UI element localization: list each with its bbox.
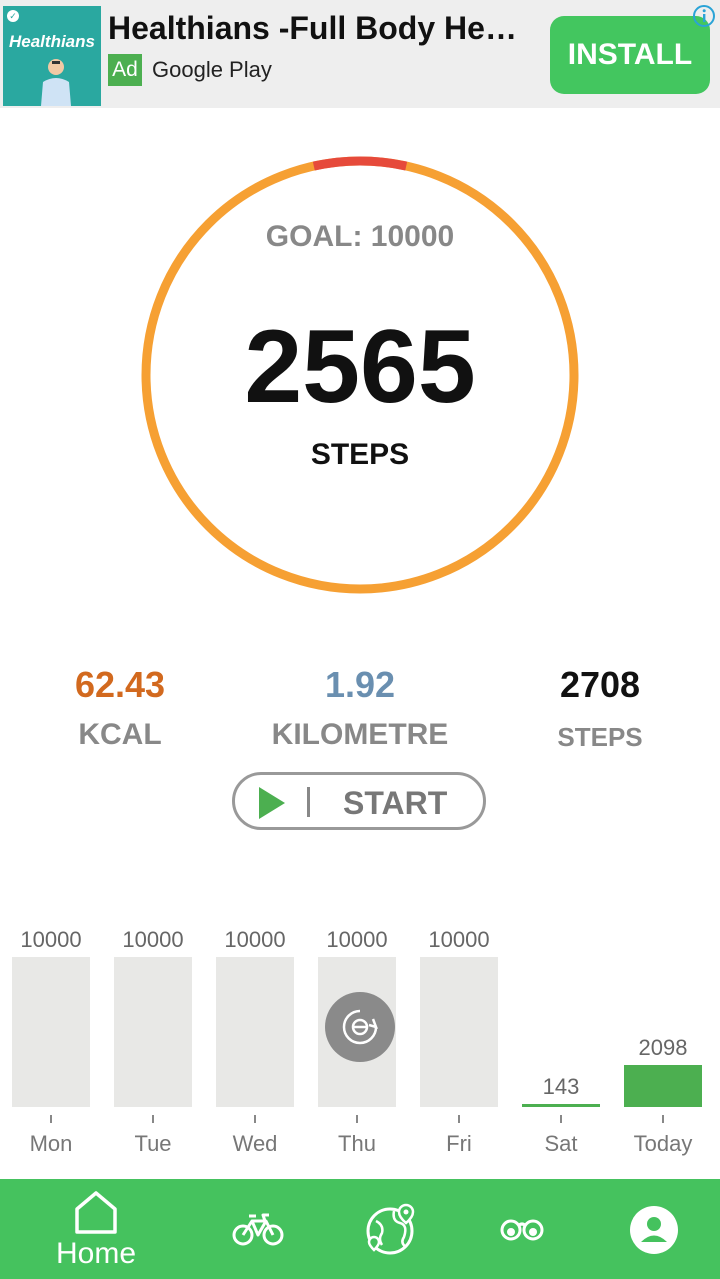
weekly-steps-chart: 10000 Mon 10000 Tue 10000 Wed 10000 Thu 10000 Fri… — [0, 920, 720, 1170]
bar-value-label: 10000 — [224, 927, 286, 952]
stat-steps: 2708 STEPS — [480, 664, 720, 753]
bar-value-label: 10000 — [20, 927, 82, 952]
ad-badge-icon: ✓ — [7, 10, 19, 22]
sync-button[interactable] — [325, 992, 395, 1062]
current-steps-label: STEPS — [310, 438, 410, 471]
chart-bar — [624, 1065, 702, 1107]
profile-icon — [630, 1206, 678, 1254]
bar-value-label: 2098 — [638, 1035, 688, 1060]
day-label[interactable]: Thu — [307, 1131, 407, 1157]
bar-value-label: 143 — [542, 1074, 580, 1099]
ad-tag: Ad — [108, 54, 142, 86]
goal-label: GOAL: 10000 — [265, 220, 455, 253]
day-label[interactable]: Sat — [511, 1131, 611, 1157]
chart-bar — [12, 957, 90, 1107]
start-label: START — [343, 785, 448, 821]
day-label[interactable]: Tue — [103, 1131, 203, 1157]
ad-store-name: Google Play — [152, 57, 272, 82]
day-label[interactable]: Fri — [409, 1131, 509, 1157]
nav-map[interactable] — [350, 1179, 430, 1279]
nav-home-label: Home — [55, 1237, 137, 1270]
ad-thumbnail[interactable]: ✓ Healthians — [3, 6, 101, 106]
ring-progress-arc — [312, 156, 408, 171]
ad-banner[interactable]: ✓ Healthians Healthians -Full Body He… A… — [0, 0, 720, 108]
total-steps-value: 2708 — [559, 664, 641, 705]
chart-bar — [522, 1104, 600, 1107]
start-button[interactable]: START — [232, 772, 486, 830]
nav-home[interactable]: Home — [40, 1179, 152, 1279]
bar-value-label: 10000 — [326, 927, 388, 952]
separator — [307, 787, 310, 817]
ad-thumbnail-brand: Healthians — [9, 32, 95, 51]
nav-explore[interactable] — [482, 1179, 562, 1279]
distance-value: 1.92 — [324, 664, 396, 705]
axis-tick — [662, 1115, 664, 1123]
axis-tick — [50, 1115, 52, 1123]
day-label[interactable]: Mon — [1, 1131, 101, 1157]
chart-bar — [114, 957, 192, 1107]
stat-distance: 1.92 KILOMETRE — [240, 664, 480, 752]
total-steps-label: STEPS — [557, 722, 643, 752]
stat-kcal: 62.43 KCAL — [0, 664, 240, 752]
bar-value-label: 10000 — [122, 927, 184, 952]
chart-bar — [420, 957, 498, 1107]
axis-tick — [560, 1115, 562, 1123]
bottom-nav: Home — [0, 1179, 720, 1279]
axis-tick — [356, 1115, 358, 1123]
axis-tick — [458, 1115, 460, 1123]
axis-tick — [254, 1115, 256, 1123]
kcal-label: KCAL — [78, 718, 162, 751]
map-globe-icon — [366, 1203, 415, 1255]
current-steps: 2565 — [244, 309, 476, 425]
bar-value-label: 10000 — [428, 927, 490, 952]
install-button[interactable]: INSTALL — [550, 16, 710, 94]
ad-title[interactable]: Healthians -Full Body He… — [108, 10, 538, 47]
day-label[interactable]: Today — [613, 1131, 713, 1157]
chart-bar — [216, 957, 294, 1107]
binoculars-icon — [500, 1219, 544, 1241]
nav-profile[interactable] — [614, 1179, 694, 1279]
info-icon[interactable] — [692, 4, 716, 28]
nav-cycling[interactable] — [218, 1179, 298, 1279]
axis-tick — [152, 1115, 154, 1123]
home-icon — [75, 1191, 117, 1234]
distance-label: KILOMETRE — [271, 718, 449, 751]
person-image — [41, 59, 71, 106]
sync-icon — [342, 1009, 379, 1045]
play-icon — [259, 787, 285, 819]
kcal-value: 62.43 — [74, 664, 166, 705]
day-label[interactable]: Wed — [205, 1131, 305, 1157]
bicycle-icon — [232, 1213, 284, 1246]
